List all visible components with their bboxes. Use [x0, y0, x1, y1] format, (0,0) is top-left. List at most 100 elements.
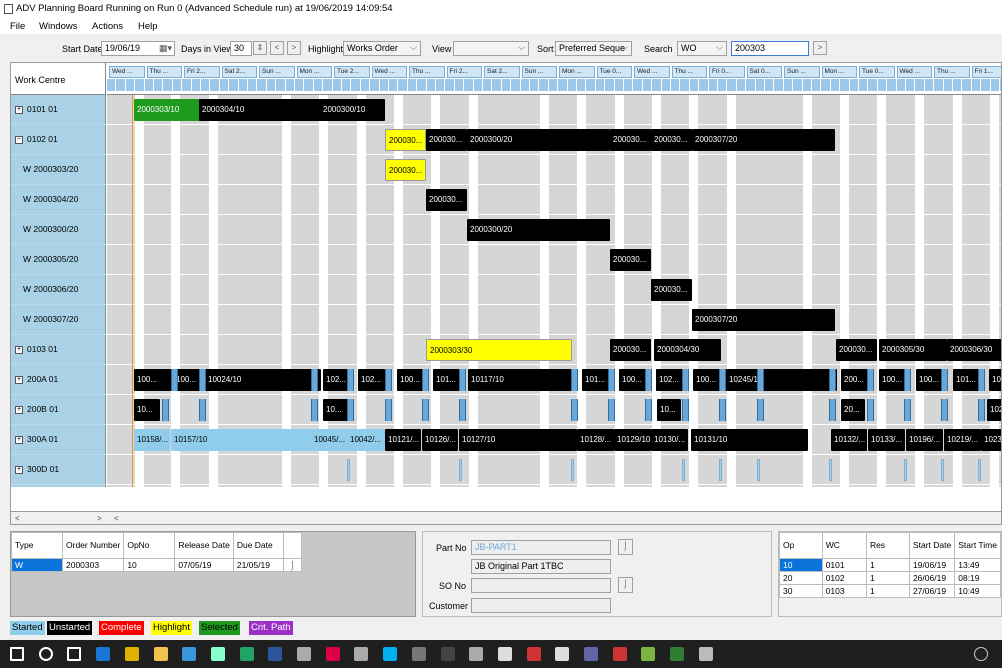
edge-icon[interactable]: [182, 647, 197, 661]
app-icon[interactable]: [469, 647, 484, 661]
downtime-block[interactable]: [719, 399, 726, 421]
operation-bar[interactable]: 2000306/30: [947, 339, 1001, 361]
operation-bar[interactable]: 2000304/10: [199, 99, 321, 121]
operation-bar[interactable]: 10...: [323, 399, 349, 421]
app-icon[interactable]: [497, 647, 512, 661]
windows-start-icon[interactable]: [10, 647, 24, 661]
downtime-block[interactable]: [311, 369, 318, 391]
work-centre-row[interactable]: +0103 01: [11, 335, 106, 365]
downtime-block[interactable]: [867, 369, 874, 391]
timeline-scroll-left-icon[interactable]: <: [114, 514, 119, 523]
downtime-block[interactable]: [757, 369, 764, 391]
operation-bar[interactable]: 101...: [953, 369, 980, 391]
downtime-marker[interactable]: [719, 459, 722, 481]
app-icon[interactable]: [325, 647, 340, 661]
start-time-cell[interactable]: 10:49: [954, 584, 1001, 598]
downtime-block[interactable]: [645, 369, 652, 391]
people-icon[interactable]: [974, 647, 988, 661]
excel-icon[interactable]: [239, 647, 254, 661]
downtime-block[interactable]: [311, 399, 318, 421]
operation-bar[interactable]: 10129/10: [614, 429, 651, 451]
operation-bar[interactable]: 100...: [916, 369, 943, 391]
downtime-marker[interactable]: [459, 459, 462, 481]
order-number-cell[interactable]: 2000303: [61, 558, 125, 572]
downtime-block[interactable]: [347, 399, 354, 421]
downtime-block[interactable]: [941, 369, 948, 391]
downtime-block[interactable]: [385, 369, 392, 391]
menu-actions[interactable]: Actions: [92, 21, 123, 32]
work-centre-row[interactable]: +300D 01: [11, 455, 106, 485]
downtime-block[interactable]: [978, 399, 985, 421]
menu-windows[interactable]: Windows: [39, 21, 78, 32]
op-cell[interactable]: 10: [779, 558, 823, 572]
app-icon[interactable]: [698, 647, 713, 661]
expand-icon[interactable]: +: [15, 105, 23, 114]
operation-bar[interactable]: 200030...: [426, 129, 467, 151]
downtime-block[interactable]: [682, 399, 689, 421]
app-icon[interactable]: [297, 647, 311, 661]
so-no-field[interactable]: [471, 578, 611, 593]
downtime-block[interactable]: [571, 399, 578, 421]
search-field-select[interactable]: WO: [677, 41, 727, 56]
app-icon[interactable]: [612, 647, 627, 661]
operation-bar[interactable]: 102...: [989, 369, 1001, 391]
view-select[interactable]: [453, 41, 529, 56]
downtime-block[interactable]: [904, 369, 911, 391]
table-row[interactable]: 20 0102 1 26/06/19 08:19: [779, 571, 1001, 585]
operation-bar[interactable]: 2000300/20: [467, 129, 610, 151]
operation-bar[interactable]: 10245/10: [726, 369, 837, 391]
downtime-marker[interactable]: [904, 459, 907, 481]
search-go-button[interactable]: >: [813, 41, 827, 55]
operation-bar[interactable]: 200030...: [610, 339, 651, 361]
so-lookup-icon[interactable]: ⌡: [618, 577, 633, 593]
downtime-block[interactable]: [829, 399, 836, 421]
order-type-cell[interactable]: W: [11, 558, 63, 572]
skype-icon[interactable]: [383, 647, 398, 661]
teams-icon[interactable]: [584, 647, 598, 661]
operation-bar[interactable]: 200030...: [836, 339, 877, 361]
operation-bar[interactable]: 2000307/20: [692, 309, 835, 331]
search-input[interactable]: 200303: [731, 41, 809, 56]
highlight-select[interactable]: Works Order: [343, 41, 421, 56]
downtime-marker[interactable]: [571, 459, 574, 481]
operation-bar[interactable]: 10...: [134, 399, 160, 421]
operation-bar[interactable]: 200030...: [651, 279, 692, 301]
downtime-block[interactable]: [347, 369, 354, 391]
downtime-block[interactable]: [459, 369, 466, 391]
operation-bar[interactable]: 100...: [879, 369, 906, 391]
downtime-block[interactable]: [385, 399, 392, 421]
operation-bar[interactable]: 10121/...: [385, 429, 421, 451]
operation-bar[interactable]: 2000300/10: [320, 99, 385, 121]
start-date-cell[interactable]: 27/06/19: [908, 584, 956, 598]
wc-cell[interactable]: 0101: [821, 558, 867, 572]
operation-bar[interactable]: 2000305/30: [879, 339, 947, 361]
downtime-block[interactable]: [608, 369, 615, 391]
downtime-block[interactable]: [199, 399, 206, 421]
start-date-cell[interactable]: 26/06/19: [908, 571, 956, 585]
downtime-block[interactable]: [719, 369, 726, 391]
work-centre-row[interactable]: W 2000304/20: [11, 185, 106, 215]
operation-bar[interactable]: 102...: [987, 399, 1001, 421]
schedule-grid[interactable]: 2000303/10 2000304/10 2000300/10 200030... 2…: [107, 95, 1001, 487]
task-view-icon[interactable]: [67, 647, 82, 661]
start-date-cell[interactable]: 19/06/19: [908, 558, 956, 572]
downtime-block[interactable]: [904, 399, 911, 421]
operation-bar[interactable]: 100...: [397, 369, 424, 391]
chrome-icon[interactable]: [124, 647, 139, 661]
downtime-block[interactable]: [645, 399, 652, 421]
operation-bar[interactable]: 2000307/20: [692, 129, 835, 151]
expand-icon[interactable]: +: [15, 375, 23, 384]
downtime-marker[interactable]: [757, 459, 760, 481]
operation-bar[interactable]: 10...: [657, 399, 681, 421]
operation-bar[interactable]: 100...: [693, 369, 720, 391]
operation-bar[interactable]: 2000300/20: [467, 219, 610, 241]
op-cell[interactable]: 20: [779, 571, 823, 585]
operation-bar[interactable]: 10132/...: [831, 429, 867, 451]
part-lookup-icon[interactable]: ⌡: [618, 539, 633, 555]
operation-bar[interactable]: 10117/10: [468, 369, 578, 391]
downtime-block[interactable]: [608, 399, 615, 421]
downtime-block[interactable]: [867, 399, 874, 421]
operation-bar[interactable]: 200030...: [385, 129, 426, 151]
downtime-block[interactable]: [422, 369, 429, 391]
work-centre-row[interactable]: −0102 01: [11, 125, 106, 155]
